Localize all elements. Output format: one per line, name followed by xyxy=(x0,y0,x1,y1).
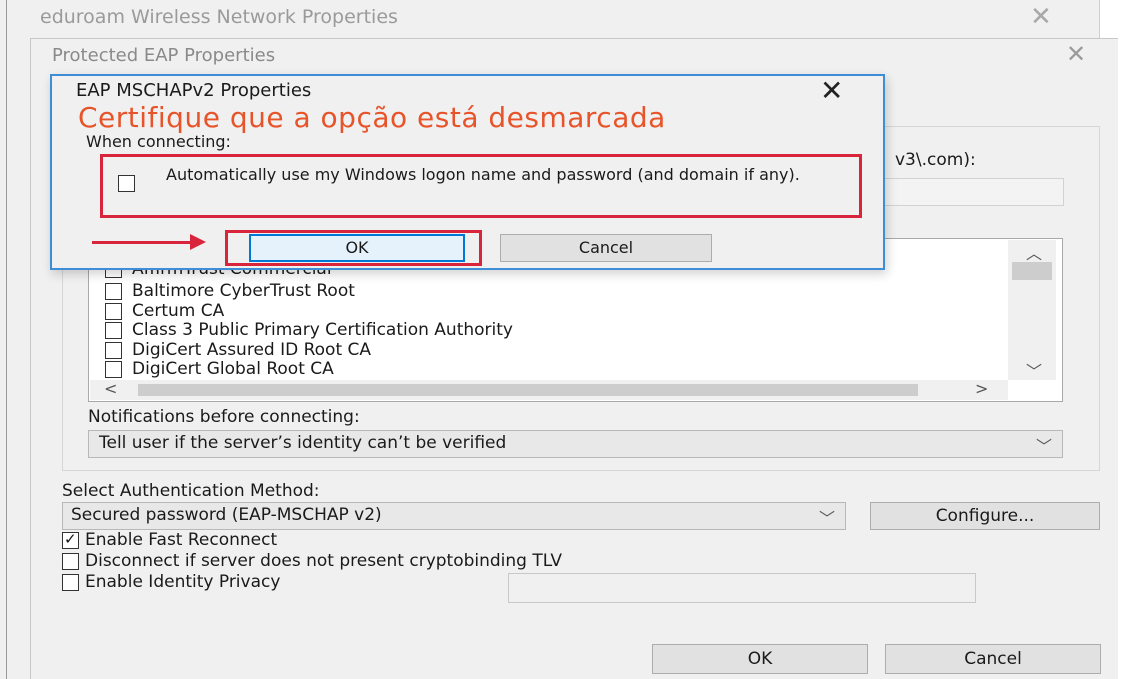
cert-item[interactable]: Baltimore CyberTrust Root xyxy=(105,281,355,301)
fast-reconnect-checkbox[interactable] xyxy=(62,530,79,549)
fast-reconnect-label: Enable Fast Reconnect xyxy=(85,530,278,550)
auto-logon-label: Automatically use my Windows logon name … xyxy=(166,165,800,184)
peap-window-title: Protected EAP Properties xyxy=(52,45,276,66)
cert-label: Class 3 Public Primary Certification Aut… xyxy=(132,320,513,340)
cert-checkbox[interactable] xyxy=(105,341,122,359)
cert-item[interactable]: Certum CA xyxy=(105,301,224,321)
fast-reconnect-option[interactable]: Enable Fast Reconnect xyxy=(62,530,277,550)
auth-method-label: Select Authentication Method: xyxy=(62,481,320,501)
auth-method-value: Secured password (EAP-MSCHAP v2) xyxy=(71,505,382,525)
cert-item[interactable]: Class 3 Public Primary Certification Aut… xyxy=(105,320,513,340)
servers-input[interactable] xyxy=(868,178,1064,206)
notifications-label: Notifications before connecting: xyxy=(88,407,360,427)
mschap-dialog-title: EAP MSCHAPv2 Properties xyxy=(76,80,312,101)
scroll-down-icon[interactable]: ﹀ xyxy=(1026,358,1042,382)
notifications-value: Tell user if the server’s identity can’t… xyxy=(99,433,507,453)
scroll-up-icon[interactable]: ︿ xyxy=(1026,240,1042,264)
chevron-down-icon: ﹀ xyxy=(818,509,835,528)
cryptobinding-option[interactable]: Disconnect if server does not present cr… xyxy=(62,551,562,571)
cert-item[interactable]: DigiCert Global Root CA xyxy=(105,359,334,379)
auto-logon-highlight xyxy=(100,154,862,218)
cert-item[interactable]: DigiCert Assured ID Root CA xyxy=(105,340,371,360)
when-connecting-label: When connecting: xyxy=(86,132,231,151)
cert-checkbox[interactable] xyxy=(105,360,122,378)
cert-checkbox[interactable] xyxy=(105,282,122,300)
identity-privacy-checkbox[interactable] xyxy=(62,573,79,591)
cert-label: DigiCert Global Root CA xyxy=(132,359,334,379)
configure-button[interactable]: Configure... xyxy=(870,502,1100,530)
cert-horizontal-scroll-thumb[interactable] xyxy=(138,384,918,396)
cert-label: Certum CA xyxy=(132,301,225,321)
auth-method-dropdown[interactable]: Secured password (EAP-MSCHAP v2) ﹀ xyxy=(62,502,846,530)
peap-cancel-button[interactable]: Cancel xyxy=(885,644,1101,674)
cert-checkbox[interactable] xyxy=(105,302,122,320)
annotation-text: Certifique que a opção está desmarcada xyxy=(78,101,666,134)
red-arrowhead-icon xyxy=(190,234,206,250)
red-arrow-icon xyxy=(92,241,192,244)
mschap-cancel-button[interactable]: Cancel xyxy=(500,234,712,262)
peap-ok-button[interactable]: OK xyxy=(652,644,868,674)
identity-privacy-input[interactable] xyxy=(508,573,976,603)
notifications-dropdown[interactable]: Tell user if the server’s identity can’t… xyxy=(88,430,1063,458)
chevron-down-icon: ﹀ xyxy=(1035,437,1052,456)
cryptobinding-label: Disconnect if server does not present cr… xyxy=(85,551,562,571)
mschap-ok-button[interactable]: OK xyxy=(249,234,465,262)
peap-close-icon[interactable]: ✕ xyxy=(1066,40,1086,68)
outer-window-edge xyxy=(6,0,7,679)
outer-close-icon[interactable]: ✕ xyxy=(1030,2,1052,32)
scroll-right-icon[interactable]: > xyxy=(975,379,988,398)
identity-privacy-label: Enable Identity Privacy xyxy=(85,572,281,592)
cert-label: Baltimore CyberTrust Root xyxy=(132,281,355,301)
cert-checkbox[interactable] xyxy=(105,321,122,339)
cert-vertical-scroll-thumb[interactable] xyxy=(1012,262,1052,280)
outer-window-title: eduroam Wireless Network Properties xyxy=(40,6,398,28)
cert-label: DigiCert Assured ID Root CA xyxy=(132,340,372,360)
connect-servers-label: v3\.com): xyxy=(895,150,976,170)
mschap-close-icon[interactable]: ✕ xyxy=(820,74,843,107)
scroll-left-icon[interactable]: < xyxy=(104,379,117,398)
cryptobinding-checkbox[interactable] xyxy=(62,552,79,570)
identity-privacy-option[interactable]: Enable Identity Privacy xyxy=(62,572,280,592)
auto-logon-checkbox[interactable] xyxy=(118,175,135,192)
